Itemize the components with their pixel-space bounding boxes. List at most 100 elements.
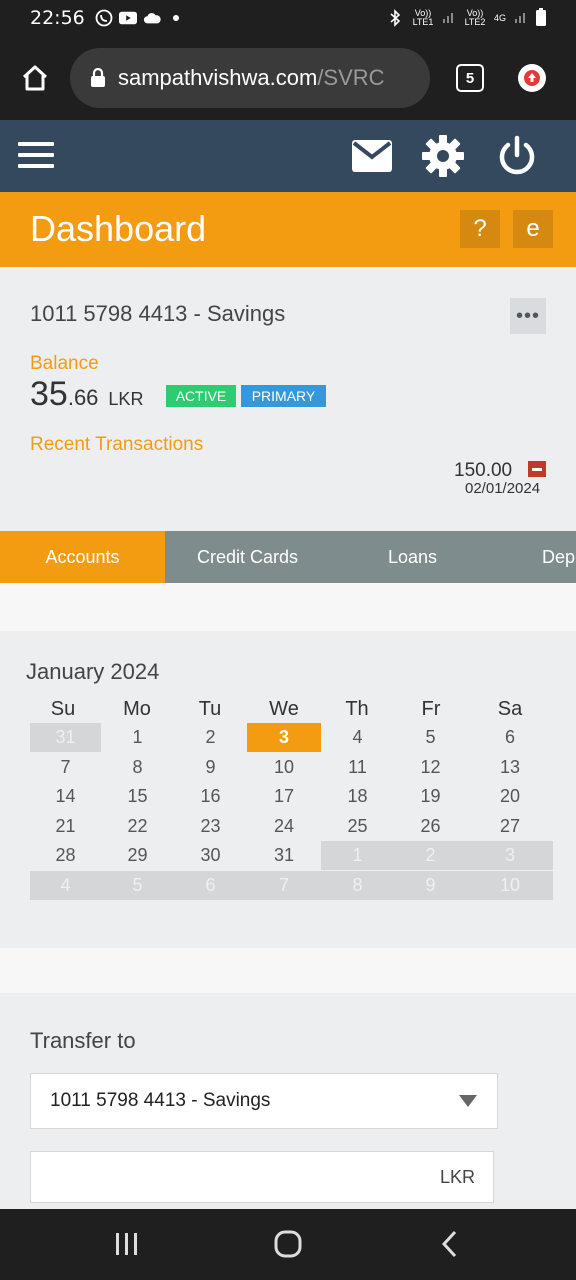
calendar-day[interactable]: 8: [101, 753, 174, 782]
spacer-band: [0, 583, 576, 631]
amount-input[interactable]: [31, 1152, 411, 1202]
calendar-day-other-month[interactable]: 2: [394, 841, 467, 870]
transaction-date: 02/01/2024: [465, 480, 541, 497]
transfer-account-select[interactable]: 1011 5798 4413 - Savings: [30, 1073, 498, 1129]
calendar-day[interactable]: 5: [394, 723, 467, 752]
back-button[interactable]: [438, 1229, 462, 1264]
tab-switcher-button[interactable]: 5: [456, 64, 484, 92]
primary-badge: PRIMARY: [241, 385, 326, 407]
menu-button[interactable]: [18, 142, 54, 175]
tab-deposits[interactable]: Dep: [495, 531, 576, 583]
whatsapp-icon: [95, 9, 113, 27]
hamburger-line: [18, 153, 54, 157]
status-badge: ACTIVE: [166, 385, 236, 407]
dot-icon: [167, 9, 185, 27]
calendar-day-other-month[interactable]: 3: [467, 841, 553, 870]
calendar-day[interactable]: 19: [394, 782, 467, 811]
calendar-day[interactable]: 24: [247, 812, 321, 841]
home-button[interactable]: [0, 63, 70, 93]
calendar-day[interactable]: 14: [30, 782, 101, 811]
home-nav-button[interactable]: [273, 1229, 303, 1264]
calendar-day[interactable]: 26: [394, 812, 467, 841]
calendar-day[interactable]: 28: [30, 841, 101, 870]
calendar-day[interactable]: 6: [467, 723, 553, 752]
hamburger-line: [18, 164, 54, 168]
calendar-day-other-month[interactable]: 4: [30, 870, 101, 900]
hamburger-line: [18, 142, 54, 146]
sim2-label: Vo)) LTE2: [464, 8, 486, 27]
weekday-header: We: [269, 698, 299, 720]
dashboard-header: Dashboard ? e: [0, 192, 576, 267]
calendar-day[interactable]: 17: [247, 782, 321, 811]
calendar-day[interactable]: 25: [321, 812, 394, 841]
calendar-day[interactable]: 10: [247, 753, 321, 782]
tab-accounts[interactable]: Accounts: [0, 531, 165, 583]
bluetooth-icon: [386, 9, 404, 27]
signal2-icon: [514, 10, 528, 26]
calendar-day[interactable]: 7: [30, 753, 101, 782]
calendar-day[interactable]: 23: [174, 812, 247, 841]
calendar-day[interactable]: 20: [467, 782, 553, 811]
calendar-day[interactable]: 18: [321, 782, 394, 811]
calendar-day-other-month[interactable]: 6: [174, 870, 247, 900]
calendar-day-other-month[interactable]: 1: [321, 841, 394, 870]
calendar-day[interactable]: 9: [174, 753, 247, 782]
calendar-day[interactable]: 31: [247, 841, 321, 870]
recents-icon: [116, 1233, 137, 1255]
power-icon: [499, 135, 535, 175]
tab-credit-cards[interactable]: Credit Cards: [165, 531, 330, 583]
youtube-icon: [118, 9, 137, 27]
balance-decimal: .66: [67, 385, 99, 410]
transaction-amount: 150.00: [454, 460, 513, 481]
calendar-day-selected[interactable]: 3: [247, 723, 321, 752]
weekday-header: Mo: [123, 698, 151, 720]
product-tabs: Accounts Credit Cards Loans Dep: [0, 531, 576, 583]
mail-button[interactable]: [352, 140, 392, 177]
calendar-day-other-month[interactable]: 5: [101, 870, 174, 900]
spacer-band: [0, 948, 576, 993]
home-circle-icon: [274, 1230, 302, 1258]
battery-icon: [536, 8, 546, 28]
calendar-day-other-month[interactable]: 10: [467, 870, 553, 900]
transfer-label: Transfer to: [30, 1028, 136, 1053]
calendar-day-other-month[interactable]: 31: [30, 723, 101, 752]
status-time: 22:56: [30, 7, 85, 29]
e-button[interactable]: e: [513, 210, 553, 248]
weekday-header: Sa: [497, 698, 523, 720]
url-path: /SVRC: [317, 65, 385, 90]
logout-button[interactable]: [497, 135, 537, 182]
recent-transactions-label[interactable]: Recent Transactions: [30, 434, 203, 456]
calendar-day[interactable]: 11: [321, 753, 394, 782]
calendar-day-other-month[interactable]: 9: [394, 870, 467, 900]
calendar-day[interactable]: 15: [101, 782, 174, 811]
calendar-day[interactable]: 1: [101, 723, 174, 752]
network-label: 4G: [493, 12, 506, 23]
amount-field[interactable]: LKR: [30, 1151, 494, 1203]
address-bar[interactable]: sampathvishwa.com/SVRC: [70, 48, 430, 108]
dropdown-caret-icon: [459, 1095, 477, 1107]
calendar-day[interactable]: 12: [394, 753, 467, 782]
calendar-day[interactable]: 27: [467, 812, 553, 841]
debit-icon: [528, 461, 546, 477]
recents-button[interactable]: [114, 1229, 140, 1264]
calendar-day[interactable]: 22: [101, 812, 174, 841]
more-options-button[interactable]: •••: [510, 298, 546, 334]
calendar-day[interactable]: 16: [174, 782, 247, 811]
help-button[interactable]: ?: [460, 210, 500, 248]
calendar-day[interactable]: 21: [30, 812, 101, 841]
balance-label: Balance: [30, 353, 99, 374]
settings-button[interactable]: [422, 135, 464, 182]
amount-currency: LKR: [439, 1167, 475, 1187]
arrow-up-icon: [524, 70, 540, 86]
calendar-day[interactable]: 29: [101, 841, 174, 870]
calendar-day-other-month[interactable]: 7: [247, 870, 321, 900]
calendar-day-other-month[interactable]: 8: [321, 870, 394, 900]
calendar-day[interactable]: 2: [174, 723, 247, 752]
tab-loans[interactable]: Loans: [330, 531, 495, 583]
account-name: 1011 5798 4413 - Savings: [30, 301, 286, 326]
calendar-day[interactable]: 13: [467, 753, 553, 782]
calendar-day[interactable]: 4: [321, 723, 394, 752]
calendar-day[interactable]: 30: [174, 841, 247, 870]
weekday-header: Tu: [198, 698, 222, 720]
update-button[interactable]: [518, 64, 546, 92]
